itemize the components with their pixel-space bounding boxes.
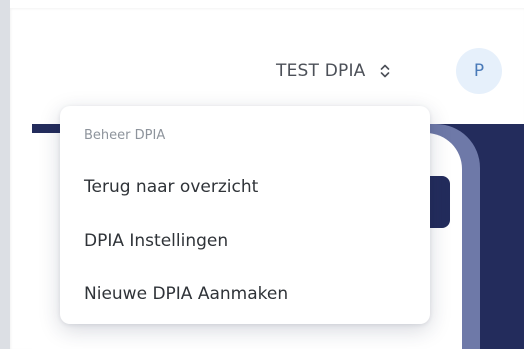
menu-item-back-to-overview[interactable]: Terug naar overzicht <box>84 177 258 197</box>
window-edge <box>0 0 10 349</box>
project-switcher[interactable]: TEST DPIA <box>276 56 390 86</box>
project-name: TEST DPIA <box>276 61 366 81</box>
page-banner-strip <box>32 124 62 133</box>
dropdown-section-title: Beheer DPIA <box>84 128 166 143</box>
project-menu-dropdown: Beheer DPIA Terug naar overzicht DPIA In… <box>60 106 430 324</box>
menu-item-new-dpia[interactable]: Nieuwe DPIA Aanmaken <box>84 284 288 304</box>
avatar-initial: P <box>473 61 485 81</box>
menu-item-dpia-settings[interactable]: DPIA Instellingen <box>84 231 228 251</box>
chevron-up-down-icon <box>380 63 390 79</box>
user-avatar[interactable]: P <box>456 48 502 94</box>
